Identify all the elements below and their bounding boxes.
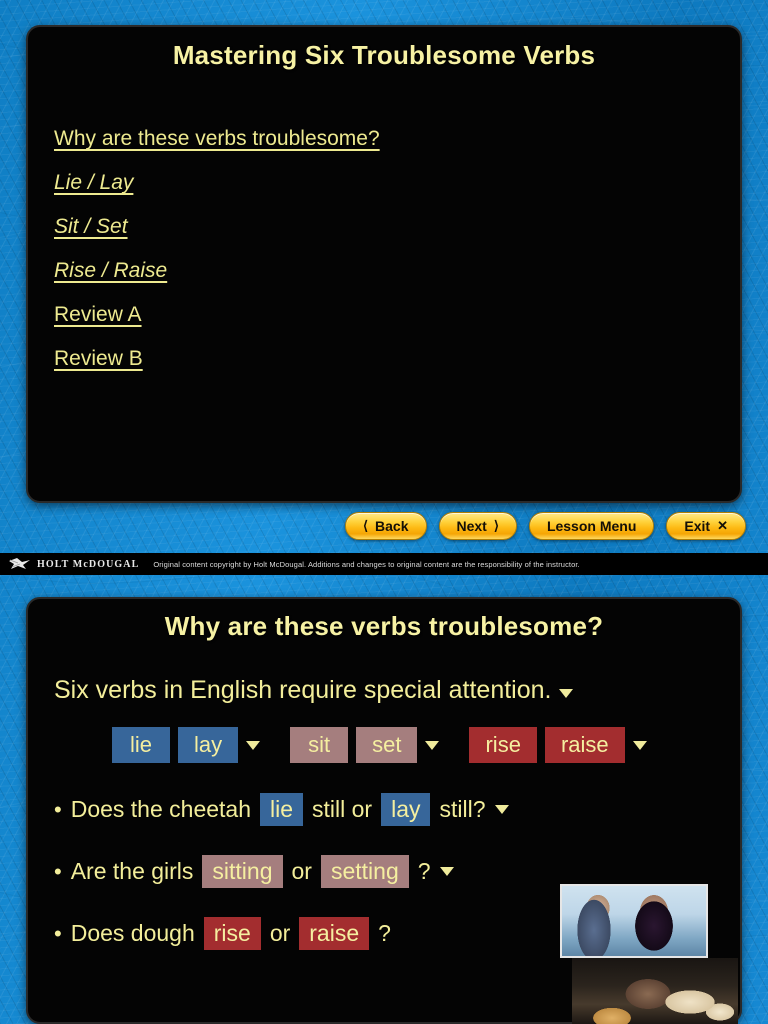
lesson-link-lie-lay[interactable]: Lie / Lay [54, 171, 133, 195]
bullet-text-pre: Does dough [70, 920, 195, 946]
back-button[interactable]: ⟨ Back [344, 512, 427, 540]
triangle-down-icon-rise-raise[interactable] [632, 740, 647, 750]
verb-chip-rise[interactable]: rise [469, 727, 537, 763]
bullet-text-mid: or [269, 920, 291, 946]
lesson-link-list: Why are these verbs troublesome? Lie / L… [54, 127, 740, 371]
chevron-right-icon: ⟩ [493, 518, 499, 533]
brand-name: HOLT McDOUGAL [37, 558, 140, 570]
exit-button[interactable]: Exit ✕ [666, 512, 746, 540]
bullet-dot-icon: • [54, 796, 62, 822]
bullet-dot-icon: • [54, 858, 62, 884]
bullet-text-pre: Are the girls [70, 858, 194, 884]
presentation-page: Mastering Six Troublesome Verbs Why are … [0, 0, 768, 1024]
lead-sentence-text: Six verbs in English require special att… [54, 676, 552, 704]
verb-chip-row: lie lay sit set rise raise [112, 727, 740, 763]
lesson-link-why-troublesome[interactable]: Why are these verbs troublesome? [54, 127, 380, 151]
verb-chip-lay[interactable]: lay [178, 727, 239, 763]
triangle-down-icon-girls[interactable] [439, 867, 454, 876]
verb-chip-raise[interactable]: raise [544, 727, 625, 763]
photo-girls-talking [560, 884, 708, 958]
slide-menu-panel: Mastering Six Troublesome Verbs Why are … [26, 25, 742, 503]
verb-chip-set[interactable]: set [356, 727, 418, 763]
bullet-text-mid: or [291, 858, 312, 884]
exit-button-label: Exit [684, 518, 711, 534]
lead-sentence: Six verbs in English require special att… [54, 676, 740, 705]
highlight-word-rise[interactable]: rise [203, 917, 261, 950]
verb-chip-lie[interactable]: lie [112, 727, 170, 763]
bullet-text-mid: still or [312, 796, 373, 822]
lesson-link-review-b[interactable]: Review B [54, 347, 143, 371]
bullet-text-post: ? [378, 920, 391, 946]
brand-logo: HOLT McDOUGAL [8, 557, 139, 571]
triangle-down-icon-cheetah[interactable] [494, 805, 509, 814]
highlight-word-raise[interactable]: raise [299, 917, 370, 950]
highlight-word-sitting[interactable]: sitting [202, 855, 283, 888]
lesson-menu-button[interactable]: Lesson Menu [528, 512, 655, 540]
eagle-logo-icon [9, 558, 30, 569]
highlight-word-lie[interactable]: lie [260, 793, 304, 826]
close-x-icon: ✕ [717, 518, 728, 533]
next-button[interactable]: Next ⟩ [438, 512, 517, 540]
triangle-down-icon[interactable] [558, 689, 573, 698]
slide-two-title: Why are these verbs troublesome? [164, 611, 604, 641]
lesson-link-review-a[interactable]: Review A [54, 303, 142, 327]
copyright-text: Original content copyright by Holt McDou… [153, 559, 580, 569]
footer-bar: HOLT McDOUGAL Original content copyright… [0, 553, 768, 575]
highlight-word-setting[interactable]: setting [320, 855, 409, 888]
bullet-text-post: ? [417, 858, 431, 884]
bullet-text-post: still? [439, 796, 486, 822]
lesson-link-rise-raise[interactable]: Rise / Raise [54, 259, 167, 283]
lesson-menu-button-label: Lesson Menu [546, 518, 637, 534]
chevron-left-icon: ⟨ [362, 518, 369, 533]
page-title: Mastering Six Troublesome Verbs [172, 40, 596, 70]
photo-kneading-dough [572, 958, 738, 1024]
verb-chip-sit[interactable]: sit [290, 727, 349, 763]
back-button-label: Back [375, 518, 409, 534]
triangle-down-icon-sit-set[interactable] [425, 740, 440, 750]
navigation-bar: ⟨ Back Next ⟩ Lesson Menu Exit ✕ [0, 512, 768, 540]
lesson-link-sit-set[interactable]: Sit / Set [54, 215, 128, 239]
bullet-dot-icon: • [54, 920, 62, 946]
next-button-label: Next [456, 518, 487, 534]
bullet-text-pre: Does the cheetah [70, 796, 251, 822]
triangle-down-icon-lie-lay[interactable] [246, 740, 261, 750]
highlight-word-lay[interactable]: lay [381, 793, 431, 826]
list-item-cheetah: • Does the cheetah lie still or lay stil… [54, 793, 740, 826]
